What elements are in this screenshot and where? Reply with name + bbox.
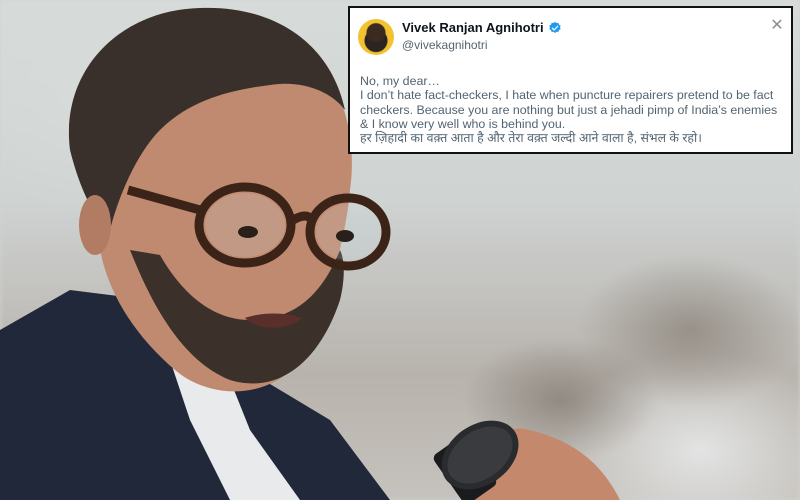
tweet-line: I don’t hate fact-checkers, I hate when … — [360, 88, 778, 131]
ear — [79, 195, 111, 255]
verified-badge-icon — [548, 21, 561, 33]
author-row: Vivek Ranjan Agnihotri — [402, 20, 562, 35]
author-name[interactable]: Vivek Ranjan Agnihotri — [402, 20, 544, 35]
tweet-text: No, my dear… I don’t hate fact-checkers,… — [360, 74, 788, 145]
right-eye — [336, 230, 354, 242]
left-eye — [238, 226, 258, 238]
tweet-line: No, my dear… — [360, 74, 440, 88]
image-canvas: Vivek Ranjan Agnihotri @vivekagnihotri ✕… — [0, 0, 800, 500]
close-icon[interactable]: ✕ — [769, 18, 785, 34]
author-handle[interactable]: @vivekagnihotri — [402, 38, 488, 52]
tweet-card: Vivek Ranjan Agnihotri @vivekagnihotri ✕… — [348, 6, 793, 154]
avatar[interactable] — [358, 19, 394, 55]
tweet-line: हर ज़िहादी का वक़्त आता है और तेरा वक़्त… — [360, 131, 702, 146]
